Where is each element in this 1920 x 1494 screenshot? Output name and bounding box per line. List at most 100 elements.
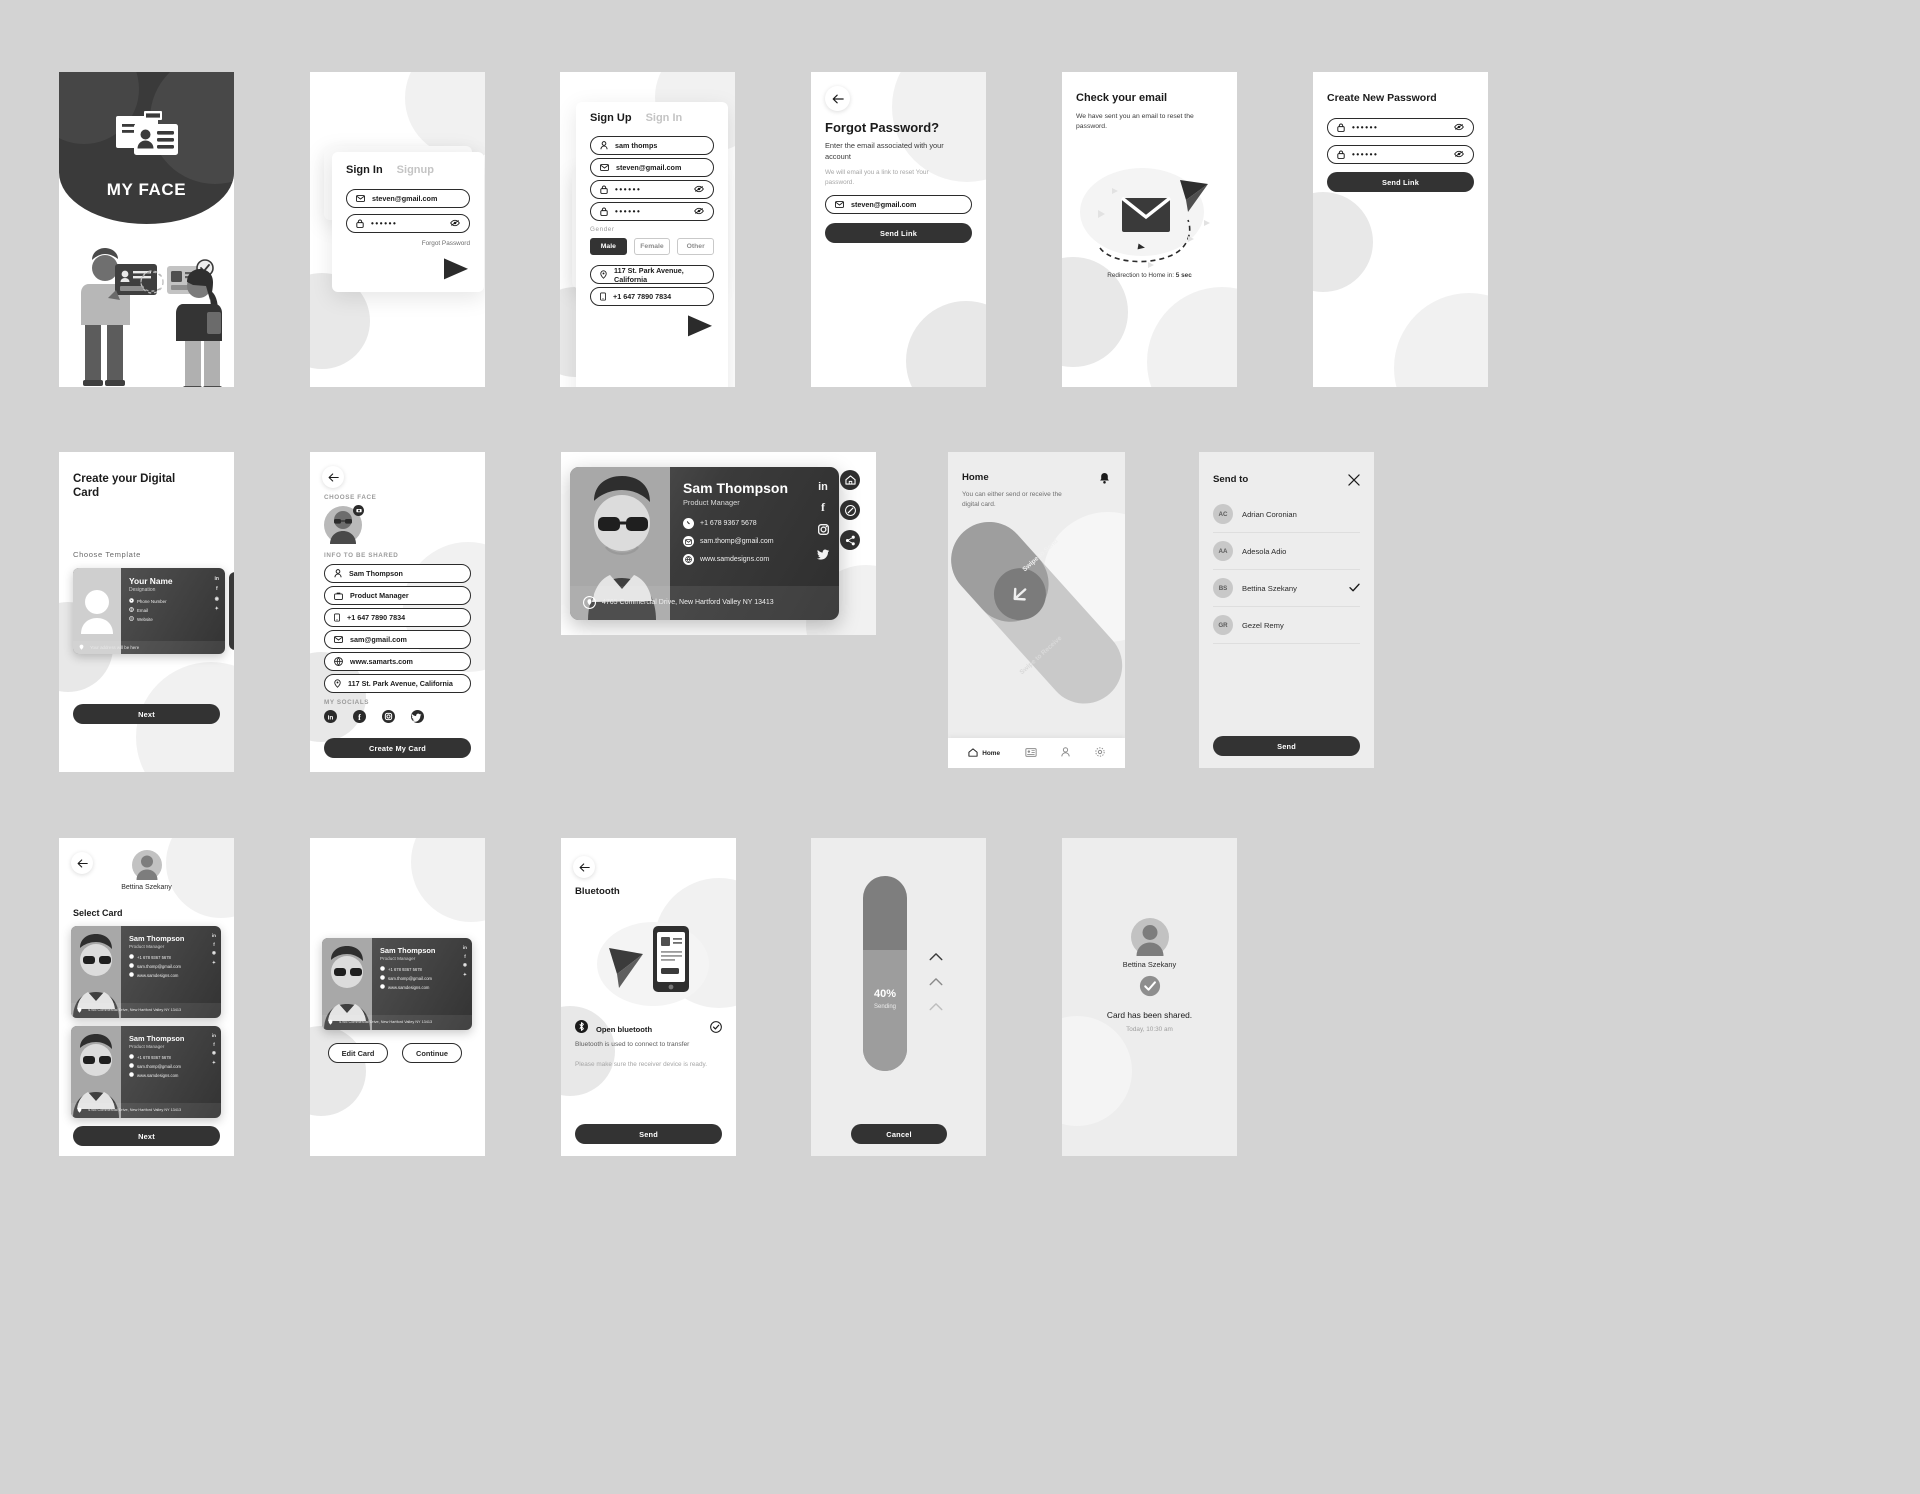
avatar[interactable] [324, 505, 364, 544]
select-card-item[interactable]: Sam Thompson Product Manager +1 678 9367… [71, 926, 221, 1018]
list-item[interactable]: AC Adrian Coronian [1213, 496, 1360, 533]
signin-email-input[interactable]: steven@gmail.com [346, 189, 470, 208]
send-button[interactable]: Send [1213, 736, 1360, 756]
tab-home[interactable]: Home [968, 747, 1000, 759]
facebook-icon[interactable]: f [216, 586, 218, 592]
select-card-next-button[interactable]: Next [73, 1126, 220, 1146]
instagram-icon[interactable] [382, 710, 395, 728]
signup-address-input[interactable]: 117 St. Park Avenue, California [590, 265, 714, 284]
create-my-card-button[interactable]: Create My Card [324, 738, 471, 758]
tab-signin[interactable]: Sign In [346, 164, 383, 176]
list-item[interactable]: AA Adesola Adio [1213, 533, 1360, 570]
toggle-password-visibility-icon[interactable] [1454, 123, 1464, 132]
twitter-icon[interactable]: ✦ [215, 606, 219, 612]
tab-profile[interactable] [1061, 747, 1070, 759]
tab-signin[interactable]: Sign In [646, 112, 683, 124]
back-button[interactable] [573, 856, 595, 878]
signup-phone-input[interactable]: +1 647 7890 7834 [590, 287, 714, 306]
tab-signup[interactable]: Sign Up [590, 112, 632, 124]
list-item[interactable]: BS Bettina Szekany [1213, 570, 1360, 607]
gender-option-male[interactable]: Male [590, 238, 627, 255]
close-icon[interactable] [1348, 473, 1360, 491]
list-item[interactable]: GR Gezel Remy [1213, 607, 1360, 644]
signup-confirm-password-input[interactable]: •••••• [590, 202, 714, 221]
gender-option-female[interactable]: Female [633, 238, 671, 255]
card-website: www.samdesigns.com [137, 1072, 179, 1078]
forgot-password-link[interactable]: Forgot Password [422, 240, 470, 247]
signup-submit-button[interactable] [685, 310, 716, 341]
linkedin-icon[interactable]: in [818, 481, 828, 493]
twitter-icon[interactable]: ✦ [463, 972, 467, 978]
linkedin-icon[interactable]: in [215, 576, 219, 582]
twitter-icon[interactable] [411, 710, 424, 728]
toggle-password-visibility-icon[interactable] [1454, 150, 1464, 159]
confirm-new-password-input[interactable]: •••••• [1327, 145, 1474, 164]
gender-option-other[interactable]: Other [677, 238, 715, 255]
back-button[interactable] [71, 852, 93, 874]
instagram-icon[interactable]: ◉ [215, 596, 219, 602]
check-circle-icon[interactable] [710, 1020, 722, 1038]
facebook-icon[interactable]: f [213, 942, 215, 947]
info-field-email[interactable]: sam@gmail.com [324, 630, 471, 649]
toggle-password-visibility-icon[interactable] [694, 207, 704, 216]
signin-submit-button[interactable] [441, 253, 472, 284]
back-button[interactable] [322, 466, 344, 488]
info-field-name[interactable]: Sam Thompson [324, 564, 471, 583]
linkedin-icon[interactable]: in [212, 933, 216, 938]
template-card-behind[interactable] [229, 572, 234, 650]
continue-button[interactable]: Continue [402, 1043, 462, 1063]
facebook-icon[interactable]: f [464, 954, 466, 959]
signup-name-input[interactable]: sam thomps [590, 136, 714, 155]
info-field-phone[interactable]: +1 647 7890 7834 [324, 608, 471, 627]
linkedin-icon[interactable]: in [463, 945, 467, 950]
instagram-icon[interactable] [817, 522, 829, 540]
edit-icon[interactable] [840, 500, 860, 520]
preview-business-card[interactable]: Sam Thompson Product Manager +1 678 9367… [322, 938, 472, 1030]
globe-icon [380, 984, 385, 990]
gender-segmented-control[interactable]: Male Female Other [590, 238, 715, 255]
linkedin-icon[interactable]: in [324, 710, 337, 728]
new-password-submit-button[interactable]: Send Link [1327, 172, 1474, 192]
home-icon[interactable] [840, 470, 860, 490]
tab-signup[interactable]: Signup [397, 164, 434, 176]
instagram-icon[interactable]: ◉ [463, 962, 467, 968]
twitter-icon[interactable]: ✦ [212, 960, 216, 966]
facebook-icon[interactable]: f [353, 710, 366, 728]
select-card-item[interactable]: Sam Thompson Product Manager +1 678 9367… [71, 1026, 221, 1118]
bluetooth-toggle-row[interactable]: Open bluetooth [575, 1020, 722, 1038]
toggle-password-visibility-icon[interactable] [450, 219, 460, 228]
swipe-control[interactable]: Swipe to Send Swipe to Receive [948, 512, 1125, 712]
user-icon [334, 569, 342, 578]
forgot-email-input[interactable]: steven@gmail.com [825, 195, 972, 214]
instagram-icon[interactable]: ◉ [212, 1050, 216, 1056]
instagram-icon[interactable]: ◉ [212, 950, 216, 956]
cancel-button[interactable]: Cancel [851, 1124, 947, 1144]
info-field-role[interactable]: Product Manager [324, 586, 471, 605]
linkedin-icon[interactable]: in [212, 1033, 216, 1038]
screen-splash: MY FACE [59, 72, 234, 387]
create-card-next-button[interactable]: Next [73, 704, 220, 724]
bell-icon[interactable] [1099, 471, 1110, 489]
info-field-website[interactable]: www.samarts.com [324, 652, 471, 671]
back-button[interactable] [825, 86, 850, 111]
home-title: Home [962, 472, 989, 483]
edit-card-button[interactable]: Edit Card [328, 1043, 388, 1063]
signin-password-input[interactable]: •••••• [346, 214, 470, 233]
new-password-input[interactable]: •••••• [1327, 118, 1474, 137]
twitter-icon[interactable] [817, 547, 829, 565]
business-card[interactable]: Sam Thompson Product Manager +1 678 9367… [570, 467, 839, 620]
twitter-icon[interactable]: ✦ [212, 1060, 216, 1066]
tab-settings[interactable] [1095, 747, 1105, 759]
tab-cards[interactable] [1024, 747, 1037, 759]
facebook-icon[interactable]: f [213, 1042, 215, 1047]
info-field-address[interactable]: 117 St. Park Avenue, California [324, 674, 471, 693]
signup-email-input[interactable]: steven@gmail.com [590, 158, 714, 177]
toggle-password-visibility-icon[interactable] [694, 185, 704, 194]
facebook-icon[interactable]: f [821, 500, 825, 515]
template-card-selected[interactable]: Your Name Designation Phone Number Email… [73, 568, 225, 654]
signup-password-input[interactable]: •••••• [590, 180, 714, 199]
send-link-button[interactable]: Send Link [825, 223, 972, 243]
bluetooth-send-button[interactable]: Send [575, 1124, 722, 1144]
share-icon[interactable] [840, 530, 860, 550]
camera-icon[interactable] [353, 505, 364, 516]
